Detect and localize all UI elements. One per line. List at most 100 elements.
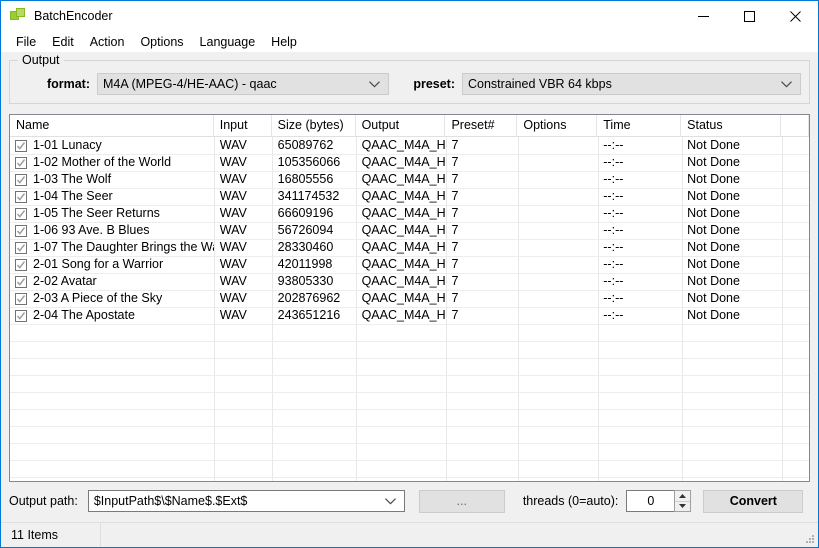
cell-preset: 7 [451, 189, 459, 203]
column-header-status[interactable]: Status [681, 115, 782, 136]
column-header-size[interactable]: Size (bytes) [272, 115, 356, 136]
row-checkbox[interactable] [15, 241, 27, 254]
cell-size: 105356066 [277, 155, 341, 169]
cell-name: 1-04 The Seer [10, 188, 214, 205]
table-row[interactable]: 2-02 Avatar WAV 93805330 QAAC_M4A_HE 7 --:-- N… [10, 273, 809, 290]
output-path-value: $InputPath$\$Name$.$Ext$ [93, 494, 248, 508]
table-row[interactable]: 1-04 The Seer WAV 341174532 QAAC_M4A_HE 7 --:… [10, 188, 809, 205]
browse-button[interactable]: ... [418, 489, 505, 513]
table-row[interactable]: 1-07 The Daughter Brings the Water WAV 283… [10, 239, 809, 256]
grid-hline [10, 460, 809, 461]
cell-extra [781, 290, 809, 307]
menu-item-options[interactable]: Options [132, 33, 191, 51]
cell-preset: 7 [451, 172, 459, 186]
cell-options [517, 239, 597, 256]
threads-input[interactable]: 0 [626, 490, 675, 512]
cell-input: WAV [219, 189, 247, 203]
cell-preset: 7 [451, 291, 459, 305]
format-combobox[interactable]: M4A (MPEG-4/HE-AAC) - qaac [97, 73, 389, 95]
cell-extra [781, 171, 809, 188]
cell-input: WAV [219, 274, 247, 288]
row-checkbox[interactable] [15, 224, 27, 237]
table-row[interactable]: 2-01 Song for a Warrior WAV 42011998 QAAC_M… [10, 256, 809, 273]
table-row[interactable]: 1-05 The Seer Returns WAV 66609196 QAAC_M4A… [10, 205, 809, 222]
cell-preset: 7 [451, 308, 459, 322]
grid-hline [10, 409, 809, 410]
row-checkbox[interactable] [15, 292, 27, 305]
file-list-view[interactable]: Name Input Size (bytes) Output Preset# Option… [9, 114, 810, 482]
menu-item-language[interactable]: Language [192, 33, 264, 51]
threads-spinner[interactable]: 0 [626, 490, 692, 512]
column-header-extra[interactable] [781, 115, 809, 136]
table-row[interactable]: 1-06 93 Ave. B Blues WAV 56726094 QAAC_M4A_… [10, 222, 809, 239]
cell-extra [781, 188, 809, 205]
cell-status: Not Done [687, 172, 740, 186]
menu-item-help[interactable]: Help [263, 33, 305, 51]
table-row[interactable]: 1-01 Lunacy WAV 65089762 QAAC_M4A_HE 7 --:-- N… [10, 137, 809, 154]
cell-options [517, 205, 597, 222]
table-row[interactable]: 1-02 Mother of the World WAV 105356066 QAAC… [10, 154, 809, 171]
grid-hline [10, 324, 809, 325]
row-checkbox[interactable] [15, 156, 27, 169]
output-path-combobox[interactable]: $InputPath$\$Name$.$Ext$ [87, 490, 405, 512]
spinner-down-icon[interactable] [675, 502, 690, 512]
column-header-preset[interactable]: Preset# [445, 115, 518, 136]
row-checkbox[interactable] [15, 173, 27, 186]
resize-grip-icon[interactable] [803, 532, 815, 544]
cell-status: Not Done [687, 308, 740, 322]
row-checkbox[interactable] [15, 190, 27, 203]
cell-extra [781, 307, 809, 324]
threads-label: threads (0=auto): [522, 494, 619, 508]
cell-preset: 7 [451, 155, 459, 169]
preset-combobox[interactable]: Constrained VBR 64 kbps [462, 73, 801, 95]
cell-extra [781, 137, 809, 154]
column-header-input[interactable]: Input [214, 115, 272, 136]
spinner-up-icon[interactable] [675, 491, 691, 502]
cell-name: 1-07 The Daughter Brings the Water [10, 239, 214, 256]
cell-output: QAAC_M4A_HE [361, 274, 446, 288]
threads-spin-buttons [674, 490, 692, 512]
cell-name: 1-05 The Seer Returns [10, 205, 214, 222]
cell-status: Not Done [687, 189, 740, 203]
cell-time: --:-- [603, 189, 624, 203]
status-item-count: 11 Items [1, 523, 101, 547]
column-header-name[interactable]: Name [10, 115, 214, 136]
grid-hline [10, 392, 809, 393]
cell-size: 202876962 [277, 291, 341, 305]
column-header-output[interactable]: Output [356, 115, 446, 136]
column-header-options[interactable]: Options [517, 115, 598, 136]
cell-name-text: 2-01 Song for a Warrior [33, 257, 164, 271]
table-row[interactable]: 2-04 The Apostate WAV 243651216 QAAC_M4A_HE… [10, 307, 809, 324]
table-row[interactable]: 2-03 A Piece of the Sky WAV 202876962 QAAC_… [10, 290, 809, 307]
row-checkbox[interactable] [15, 275, 27, 288]
window-controls [680, 1, 818, 31]
cell-preset: 7 [451, 274, 459, 288]
row-checkbox[interactable] [15, 139, 27, 152]
column-header-time[interactable]: Time [597, 115, 682, 136]
status-bar: 11 Items [1, 522, 818, 547]
cell-time: --:-- [603, 172, 624, 186]
cell-time: --:-- [603, 155, 624, 169]
row-checkbox[interactable] [15, 207, 27, 220]
minimize-button[interactable] [680, 1, 726, 31]
row-checkbox[interactable] [15, 258, 27, 271]
maximize-button[interactable] [726, 1, 772, 31]
cell-name: 1-03 The Wolf [10, 171, 214, 188]
cell-options [517, 307, 597, 324]
close-button[interactable] [772, 1, 818, 31]
menu-item-edit[interactable]: Edit [44, 33, 82, 51]
convert-button[interactable]: Convert [703, 489, 804, 513]
grid-hline [10, 358, 809, 359]
menu-item-action[interactable]: Action [82, 33, 133, 51]
table-row[interactable]: 1-03 The Wolf WAV 16805556 QAAC_M4A_HE 7 --:-… [10, 171, 809, 188]
cell-extra [781, 256, 809, 273]
cell-name-text: 1-04 The Seer [33, 189, 113, 203]
cell-name: 1-01 Lunacy [10, 137, 214, 154]
cell-status: Not Done [687, 155, 740, 169]
output-group-legend: Output [18, 53, 64, 67]
cell-time: --:-- [603, 274, 624, 288]
cell-size: 66609196 [277, 206, 334, 220]
menu-item-file[interactable]: File [8, 33, 44, 51]
file-list-body[interactable]: 1-01 Lunacy WAV 65089762 QAAC_M4A_HE 7 --:-- N… [10, 137, 809, 481]
row-checkbox[interactable] [15, 309, 27, 322]
